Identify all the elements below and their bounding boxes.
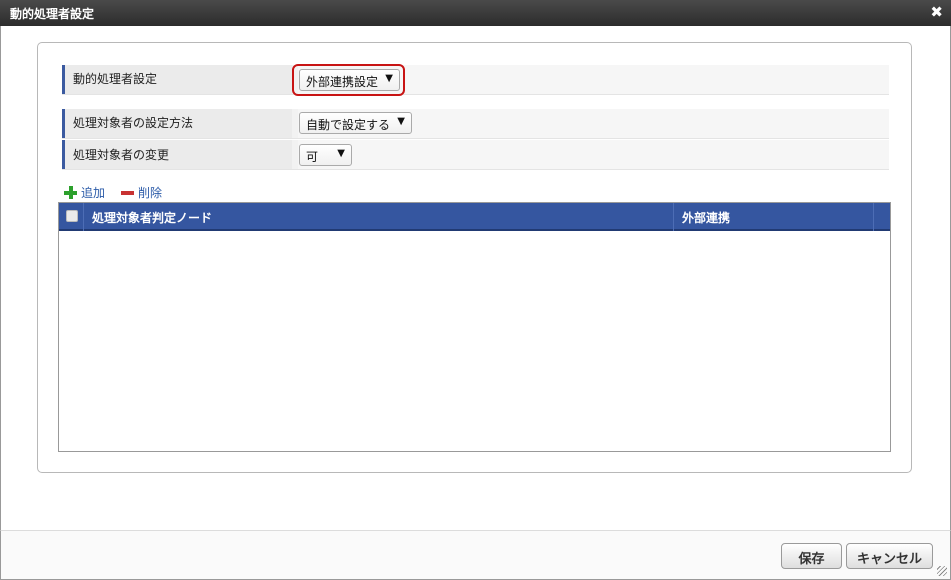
delete-label: 削除 xyxy=(138,186,163,200)
setting-method-label: 処理対象者の設定方法 xyxy=(62,109,292,138)
dialog-footer: 保存 キャンセル xyxy=(0,530,951,580)
change-allowed-label: 処理対象者の変更 xyxy=(62,140,292,169)
close-icon[interactable]: ✖ xyxy=(930,4,943,20)
chevron-down-icon: ▼ xyxy=(337,148,345,159)
setting-method-row: 処理対象者の設定方法 xyxy=(62,109,889,139)
dynamic-setting-row: 動的処理者設定 xyxy=(62,65,889,95)
setting-method-selected-value: 自動で設定する xyxy=(306,118,391,132)
change-allowed-selected-value: 可 xyxy=(306,150,319,164)
resize-grip-icon[interactable] xyxy=(937,566,947,576)
column-header-node[interactable]: 処理対象者判定ノード xyxy=(83,203,673,231)
chevron-down-icon: ▼ xyxy=(397,116,405,127)
dialog-title: 動的処理者設定 xyxy=(10,7,95,21)
save-button[interactable]: 保存 xyxy=(781,543,842,569)
column-header-spacer xyxy=(873,203,891,231)
column-header-external[interactable]: 外部連携 xyxy=(673,203,873,231)
add-label: 追加 xyxy=(81,186,106,200)
node-grid: 処理対象者判定ノード 外部連携 xyxy=(58,202,891,452)
grid-header: 処理対象者判定ノード 外部連携 xyxy=(59,203,890,231)
minus-icon xyxy=(121,186,134,199)
setting-method-select[interactable]: 自動で設定する ▼ xyxy=(299,112,412,134)
select-all-checkbox[interactable] xyxy=(66,210,78,222)
delete-button[interactable]: 削除 xyxy=(121,184,162,201)
selection-highlight xyxy=(292,64,405,96)
plus-icon xyxy=(64,186,77,199)
dialog-titlebar: 動的処理者設定 ✖ xyxy=(0,0,951,26)
cancel-button[interactable]: キャンセル xyxy=(846,543,933,569)
change-allowed-row: 処理対象者の変更 xyxy=(62,140,889,170)
add-button[interactable]: 追加 xyxy=(64,184,105,201)
change-allowed-value-cell xyxy=(298,140,889,169)
change-allowed-select[interactable]: 可 ▼ xyxy=(299,144,352,166)
dynamic-setting-label: 動的処理者設定 xyxy=(62,65,292,94)
